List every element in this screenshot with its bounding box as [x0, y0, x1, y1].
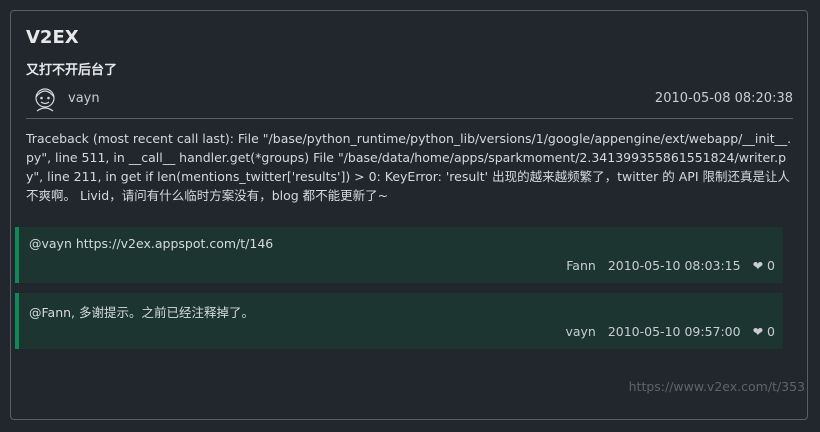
reply-user[interactable]: Fann	[566, 258, 596, 273]
reply-meta: Fann 2010-05-10 08:03:15 ❤ 0	[566, 258, 775, 273]
author-name[interactable]: vayn	[68, 91, 100, 106]
reply-item: @vayn https://v2ex.appspot.com/t/146 Fan…	[15, 227, 783, 283]
reply-time: 2010-05-10 08:03:15	[607, 258, 741, 273]
topic-timestamp: 2010-05-08 08:20:38	[654, 91, 793, 106]
topic-card: V2EX 又打不开后台了 vayn 2010-05-08 08:20:38 Tr…	[10, 10, 808, 420]
source-link[interactable]: https://www.v2ex.com/t/353	[629, 379, 805, 394]
divider	[26, 118, 793, 119]
reply-meta: vayn 2010-05-10 09:57:00 ❤ 0	[565, 324, 775, 339]
topic-content: Traceback (most recent call last): File …	[26, 131, 792, 203]
reply-text: @vayn https://v2ex.appspot.com/t/146	[29, 236, 274, 251]
author-row: vayn 2010-05-08 08:20:38	[26, 87, 793, 113]
reply-text: @Fann, 多谢提示。之前已经注释掉了。	[29, 305, 254, 320]
like-count[interactable]: ❤ 0	[753, 324, 775, 339]
reply-user[interactable]: vayn	[565, 324, 595, 339]
reply-time: 2010-05-10 09:57:00	[607, 324, 741, 339]
topic-title[interactable]: 又打不开后台了	[26, 59, 117, 78]
avatar-icon[interactable]	[32, 87, 58, 113]
reply-item: @Fann, 多谢提示。之前已经注释掉了。 vayn 2010-05-10 09:…	[15, 293, 783, 349]
site-title[interactable]: V2EX	[26, 27, 79, 48]
like-count[interactable]: ❤ 0	[753, 258, 775, 273]
